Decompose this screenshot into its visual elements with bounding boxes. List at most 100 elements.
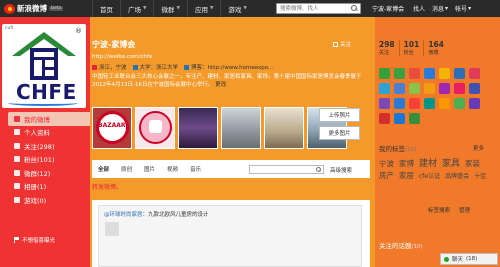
app-icon-12[interactable] [439, 83, 450, 94]
app-icon-24[interactable] [409, 113, 420, 124]
stat-0[interactable]: 298 关注 [379, 40, 395, 56]
post-line: @环球时尚家居：九款北欧风儿童房的设计 [104, 210, 209, 218]
stat-1[interactable]: 101 粉丝 [398, 40, 419, 56]
nav-item-1[interactable]: 广场 ▼ [120, 0, 153, 17]
sidebar-item-label: 游戏(0) [24, 196, 47, 205]
app-icon-23[interactable] [394, 113, 405, 124]
mascot-icon [149, 120, 162, 133]
top-link-0[interactable]: 找人 [413, 4, 425, 13]
search-icon[interactable] [350, 4, 359, 13]
album-icon [14, 183, 20, 190]
tab-3[interactable]: 视频 [161, 165, 184, 173]
tab-2[interactable]: 图片 [138, 165, 161, 173]
feed-search-input[interactable] [250, 166, 313, 173]
tag-manage-link[interactable]: 管理 [459, 206, 470, 214]
app-icon-13[interactable] [454, 83, 465, 94]
post-author[interactable]: @环球时尚家居 [104, 212, 143, 218]
app-icon-2[interactable] [394, 68, 405, 79]
tag-item[interactable]: 房产 [379, 170, 394, 181]
search-input[interactable] [277, 4, 350, 13]
tag-search-link[interactable]: 标签搜索 [428, 206, 450, 214]
follow-button[interactable]: 关注 [333, 40, 351, 48]
nav-item-label: 应用 [194, 5, 208, 14]
photo-thumbnail[interactable] [264, 107, 304, 149]
app-icon-14[interactable] [469, 83, 480, 94]
advanced-search-link[interactable]: 高级搜索 [330, 166, 352, 174]
chevron-down-icon: ▼ [143, 6, 147, 11]
sidebar-item-label: 关注(298) [24, 142, 55, 151]
tag-item[interactable]: 建材 [419, 156, 437, 169]
app-icon-16[interactable] [394, 98, 405, 109]
profile-meta-text: 大学：浙江大学 [139, 65, 179, 71]
sidebar-item-2[interactable]: 关注(298) [0, 139, 90, 153]
sidebar-item-5[interactable]: 相册(1) [0, 180, 90, 194]
blog-icon [184, 64, 190, 70]
profile-url[interactable]: http://weibo.com/chfe [92, 54, 152, 60]
top-link-1[interactable]: 消息 ▾ [432, 4, 448, 13]
chat-button[interactable]: 聊天 (18) [440, 253, 498, 265]
sidebar-item-0[interactable]: 我的微博 [8, 112, 90, 126]
tab-1[interactable]: 原创 [115, 165, 138, 173]
tag-item[interactable]: 家博 [399, 158, 414, 169]
weibo-logo[interactable]: 新浪微博 beta [4, 2, 64, 15]
app-icon-6[interactable] [454, 68, 465, 79]
school-icon [132, 64, 138, 70]
house-logo-icon [12, 32, 76, 80]
app-icon-3[interactable] [409, 68, 420, 79]
search-icon[interactable] [315, 166, 322, 173]
sidebar-item-label: 微群(12) [24, 169, 51, 178]
sidebar-item-6[interactable]: 游戏(0) [0, 193, 90, 207]
nav-item-4[interactable]: 游戏 ▼ [220, 0, 253, 17]
nav-item-0[interactable]: 首页 [92, 0, 120, 17]
more-photos-button[interactable]: 更多图片 [319, 126, 360, 140]
app-icon-1[interactable] [379, 68, 390, 79]
photo-strip: BAZAAR [92, 107, 347, 149]
brand-avatar[interactable]: cufi ® CHFE [2, 24, 86, 108]
tag-item[interactable]: 宁波 [379, 158, 394, 169]
photo-thumbnail[interactable] [135, 107, 175, 149]
app-icon-21[interactable] [469, 98, 480, 109]
nav-item-2[interactable]: 微群 ▼ [153, 0, 186, 17]
app-icon-10[interactable] [409, 83, 420, 94]
tag-item[interactable]: 家具 [442, 156, 460, 169]
app-icon-7[interactable] [469, 68, 480, 79]
app-icon-4[interactable] [424, 68, 435, 79]
tab-0[interactable]: 全部 [92, 165, 115, 173]
chevron-down-icon: ▾ [468, 5, 472, 12]
tag-cloud: 宁波 家博 建材 家具 家装房产 家居 cfe认证 品牌盛会 十佳 [379, 156, 489, 181]
app-icon-9[interactable] [394, 83, 405, 94]
app-icon-20[interactable] [454, 98, 465, 109]
edit-link[interactable]: 更改 [215, 82, 226, 88]
sidebar-item-1[interactable]: 个人资料 [0, 126, 90, 140]
profile-meta: 浙江，宁波 大学：浙江大学 博客：http://www.homeexpo... [92, 63, 273, 71]
profile-meta-item[interactable]: 博客：http://www.homeexpo... [184, 63, 273, 71]
app-icon-18[interactable] [424, 98, 435, 109]
sidebar-item-3[interactable]: 粉丝(101) [0, 153, 90, 167]
nav-item-3[interactable]: 应用 ▼ [186, 0, 220, 17]
app-icon-17[interactable] [409, 98, 420, 109]
stat-2[interactable]: 164 微博 [423, 40, 444, 56]
tag-item[interactable]: cfe认证 [419, 171, 440, 180]
photo-thumbnail[interactable] [221, 107, 261, 149]
tab-4[interactable]: 音乐 [184, 165, 207, 173]
photo-thumbnail[interactable] [178, 107, 218, 149]
post-thumbnail[interactable] [105, 222, 119, 236]
user-name-link[interactable]: 宁波-家博会 [372, 0, 404, 17]
tag-item[interactable]: 十佳 [474, 171, 486, 180]
app-icon-5[interactable] [439, 68, 450, 79]
app-icon-19[interactable] [439, 98, 450, 109]
photo-thumbnail[interactable]: BAZAAR [92, 107, 132, 149]
app-icon-22[interactable] [379, 113, 390, 124]
sidebar-bottom-link[interactable]: 不想借喜曝光 [14, 236, 55, 244]
app-icon-11[interactable] [424, 83, 435, 94]
app-icon-15[interactable] [379, 98, 390, 109]
tag-item[interactable]: 品牌盛会 [445, 171, 469, 180]
app-icon-8[interactable] [379, 83, 390, 94]
sidebar-item-4[interactable]: 微群(12) [0, 166, 90, 180]
top-link-2[interactable]: 帐号 ▾ [455, 4, 471, 13]
tag-item[interactable]: 家装 [465, 158, 480, 169]
tag-item[interactable]: 家居 [399, 170, 414, 181]
upload-photo-button[interactable]: 上传照片 [319, 108, 360, 122]
post-text: ：九款北欧风儿童房的设计 [142, 212, 209, 218]
tags-more-link[interactable]: 更多 [473, 144, 484, 152]
